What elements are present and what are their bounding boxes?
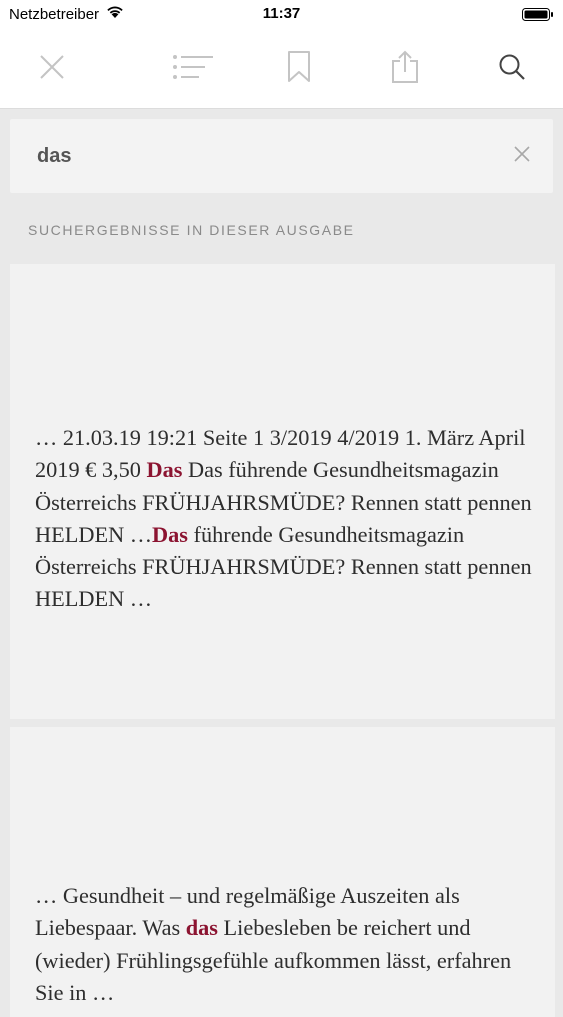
search-icon — [498, 53, 526, 86]
battery-icon — [522, 8, 554, 21]
share-button[interactable] — [380, 44, 430, 94]
search-match-highlight: Das — [146, 457, 183, 483]
toc-list-icon — [172, 54, 214, 85]
result-snippet: … 21.03.19 19:21 Seite 1 3/2019 4/2019 1… — [35, 422, 535, 616]
close-icon — [39, 54, 65, 85]
search-bar — [10, 119, 553, 193]
search-result-item[interactable]: … 21.03.19 19:21 Seite 1 3/2019 4/2019 1… — [10, 264, 555, 719]
close-button[interactable] — [27, 44, 77, 94]
table-of-contents-button[interactable] — [168, 44, 218, 94]
search-match-highlight: Das — [152, 521, 188, 547]
search-button[interactable] — [487, 44, 537, 94]
search-result-item[interactable]: … Gesundheit – und regelmäßige Auszeiten… — [10, 727, 555, 1017]
bookmark-button[interactable] — [274, 44, 324, 94]
bookmark-icon — [287, 50, 311, 88]
clear-search-button[interactable] — [507, 141, 537, 171]
clock: 11:37 — [262, 5, 301, 22]
status-bar: Netzbetreiber 11:37 — [0, 0, 563, 30]
search-input[interactable] — [37, 139, 477, 173]
results-section-label: SUCHERGEBNISSE IN DIESER AUSGABE — [28, 222, 355, 238]
clear-icon — [514, 145, 530, 167]
reader-toolbar — [0, 30, 563, 109]
result-snippet: … Gesundheit – und regelmäßige Auszeiten… — [35, 880, 535, 1009]
share-icon — [390, 50, 420, 89]
search-match-highlight: das — [185, 915, 218, 941]
